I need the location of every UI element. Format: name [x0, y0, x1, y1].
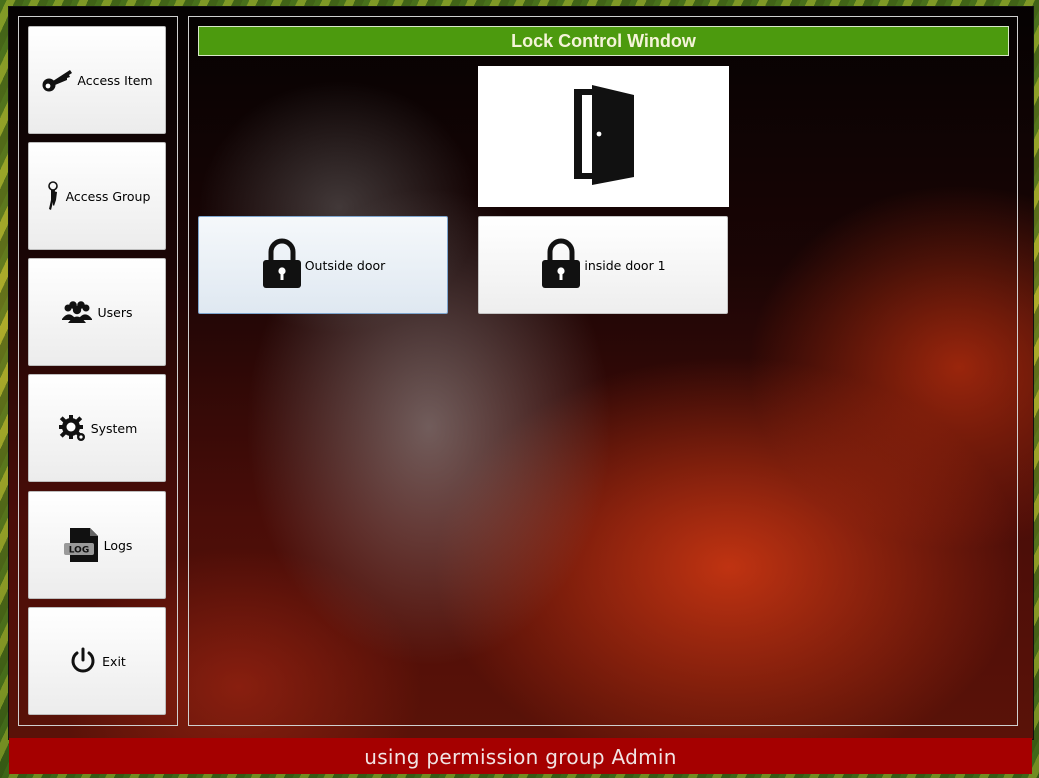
door-icon	[572, 83, 636, 191]
keys-icon	[44, 180, 62, 212]
exit-button[interactable]: Exit	[28, 607, 166, 715]
system-label: System	[90, 420, 138, 436]
system-button[interactable]: System	[28, 374, 166, 482]
logs-button[interactable]: LOG Logs	[28, 491, 166, 599]
access-item-label: Access Item	[77, 72, 153, 88]
access-group-label: Access Group	[65, 188, 151, 204]
door-panel	[478, 66, 729, 207]
padlock-locked-icon	[540, 238, 582, 293]
status-bar: using permission group Admin	[9, 738, 1032, 774]
padlock-locked-icon	[261, 238, 303, 293]
lock-button-inside-door-1[interactable]: inside door 1	[478, 216, 728, 314]
lock-button-outside-door[interactable]: Outside door	[198, 216, 448, 314]
inside-door-1-label: inside door 1	[584, 257, 666, 273]
logs-label: Logs	[103, 537, 133, 553]
log-file-icon: LOG	[62, 526, 100, 564]
gear-icon	[57, 413, 87, 443]
outside-door-label: Outside door	[304, 257, 386, 273]
log-icon-text: LOG	[68, 546, 88, 556]
access-group-button[interactable]: Access Group	[28, 142, 166, 250]
access-item-button[interactable]: Access Item	[28, 26, 166, 134]
users-label: Users	[97, 304, 133, 320]
window-title: Lock Control Window	[198, 26, 1009, 56]
key-icon	[41, 66, 73, 94]
users-button[interactable]: Users	[28, 258, 166, 366]
power-icon	[68, 646, 98, 676]
users-icon	[61, 299, 93, 325]
exit-label: Exit	[102, 653, 126, 669]
